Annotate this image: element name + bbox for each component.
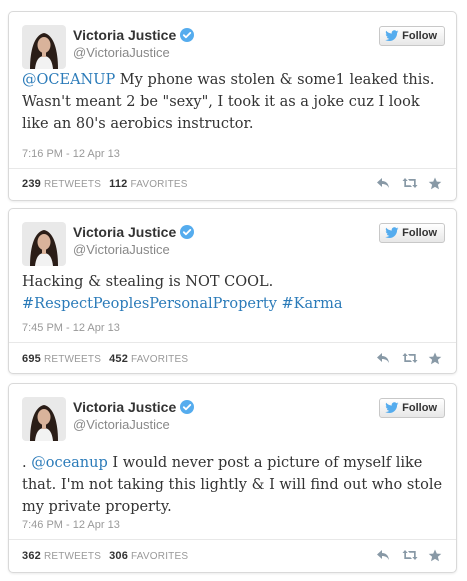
tweet-text: Hacking & stealing is NOT COOL. #Respect… bbox=[22, 271, 446, 315]
retweet-count[interactable]: 239 bbox=[22, 178, 41, 190]
avatar[interactable] bbox=[22, 397, 66, 441]
favorite-count[interactable]: 452 bbox=[109, 353, 128, 365]
display-name-text[interactable]: Victoria Justice bbox=[73, 27, 176, 43]
tweet-stats: 362 RETWEETS 306 FAVORITES bbox=[22, 550, 188, 562]
display-name[interactable]: Victoria Justice bbox=[73, 399, 195, 415]
star-icon[interactable] bbox=[428, 352, 442, 365]
tweet-actions bbox=[376, 549, 442, 562]
tweet-card: Victoria Justice @VictoriaJustice Follow… bbox=[8, 208, 457, 374]
user-handle[interactable]: @VictoriaJustice bbox=[73, 45, 170, 60]
retweets-label[interactable]: RETWEETS bbox=[44, 551, 101, 562]
tweet-stats: 695 RETWEETS 452 FAVORITES bbox=[22, 353, 188, 365]
twitter-bird-icon bbox=[385, 30, 399, 41]
reply-icon[interactable] bbox=[376, 177, 390, 189]
follow-label[interactable]: Follow bbox=[402, 227, 437, 239]
divider bbox=[9, 168, 456, 169]
retweet-icon[interactable] bbox=[402, 177, 418, 189]
user-handle[interactable]: @VictoriaJustice bbox=[73, 242, 170, 257]
tweet-actions bbox=[376, 352, 442, 365]
twitter-bird-icon bbox=[385, 227, 399, 238]
favorites-label[interactable]: FAVORITES bbox=[131, 354, 188, 365]
favorites-label[interactable]: FAVORITES bbox=[131, 551, 188, 562]
follow-button[interactable]: Follow bbox=[379, 398, 445, 418]
timestamp[interactable]: 7:46 PM - 12 Apr 13 bbox=[22, 519, 120, 531]
retweets-label[interactable]: RETWEETS bbox=[44, 179, 101, 190]
avatar[interactable] bbox=[22, 25, 66, 69]
retweet-count[interactable]: 695 bbox=[22, 353, 41, 365]
avatar[interactable] bbox=[22, 222, 66, 266]
divider bbox=[9, 539, 456, 540]
twitter-bird-icon bbox=[385, 402, 399, 413]
tweet-text: . @oceanup I would never post a picture … bbox=[22, 452, 446, 518]
reply-icon[interactable] bbox=[376, 352, 390, 364]
verified-badge-icon bbox=[180, 28, 195, 42]
tweet-card: Victoria Justice @VictoriaJustice Follow… bbox=[8, 383, 457, 573]
retweet-icon[interactable] bbox=[402, 549, 418, 561]
favorite-count[interactable]: 306 bbox=[109, 550, 128, 562]
star-icon[interactable] bbox=[428, 549, 442, 562]
retweet-count[interactable]: 362 bbox=[22, 550, 41, 562]
follow-label[interactable]: Follow bbox=[402, 402, 437, 414]
star-icon[interactable] bbox=[428, 177, 442, 190]
display-name-text[interactable]: Victoria Justice bbox=[73, 224, 176, 240]
reply-icon[interactable] bbox=[376, 549, 390, 561]
display-name[interactable]: Victoria Justice bbox=[73, 224, 195, 240]
tweet-actions bbox=[376, 177, 442, 190]
timestamp[interactable]: 7:16 PM - 12 Apr 13 bbox=[22, 148, 120, 160]
tweet-text: @OCEANUP My phone was stolen & some1 lea… bbox=[22, 69, 446, 135]
hashtag-link[interactable]: #Karma bbox=[282, 296, 343, 312]
follow-button[interactable]: Follow bbox=[379, 26, 445, 46]
verified-badge-icon bbox=[180, 225, 195, 239]
hashtag-link[interactable]: #RespectPeoplesPersonalProperty bbox=[22, 296, 277, 312]
retweet-icon[interactable] bbox=[402, 352, 418, 364]
verified-badge-icon bbox=[180, 400, 195, 414]
display-name[interactable]: Victoria Justice bbox=[73, 27, 195, 43]
tweet-stats: 239 RETWEETS 112 FAVORITES bbox=[22, 178, 188, 190]
tweet-card: Victoria Justice @VictoriaJustice Follow… bbox=[8, 11, 457, 201]
mention-link[interactable]: @OCEANUP bbox=[22, 72, 115, 88]
timestamp[interactable]: 7:45 PM - 12 Apr 13 bbox=[22, 322, 120, 334]
divider bbox=[9, 342, 456, 343]
retweets-label[interactable]: RETWEETS bbox=[44, 354, 101, 365]
favorites-label[interactable]: FAVORITES bbox=[130, 179, 187, 190]
favorite-count[interactable]: 112 bbox=[109, 178, 127, 190]
display-name-text[interactable]: Victoria Justice bbox=[73, 399, 176, 415]
tweet-text-body: Hacking & stealing is NOT COOL. bbox=[22, 274, 274, 290]
mention-link[interactable]: @oceanup bbox=[31, 455, 108, 471]
follow-button[interactable]: Follow bbox=[379, 223, 445, 243]
user-handle[interactable]: @VictoriaJustice bbox=[73, 417, 170, 432]
follow-label[interactable]: Follow bbox=[402, 30, 437, 42]
tweet-text-prefix: . bbox=[22, 455, 32, 471]
